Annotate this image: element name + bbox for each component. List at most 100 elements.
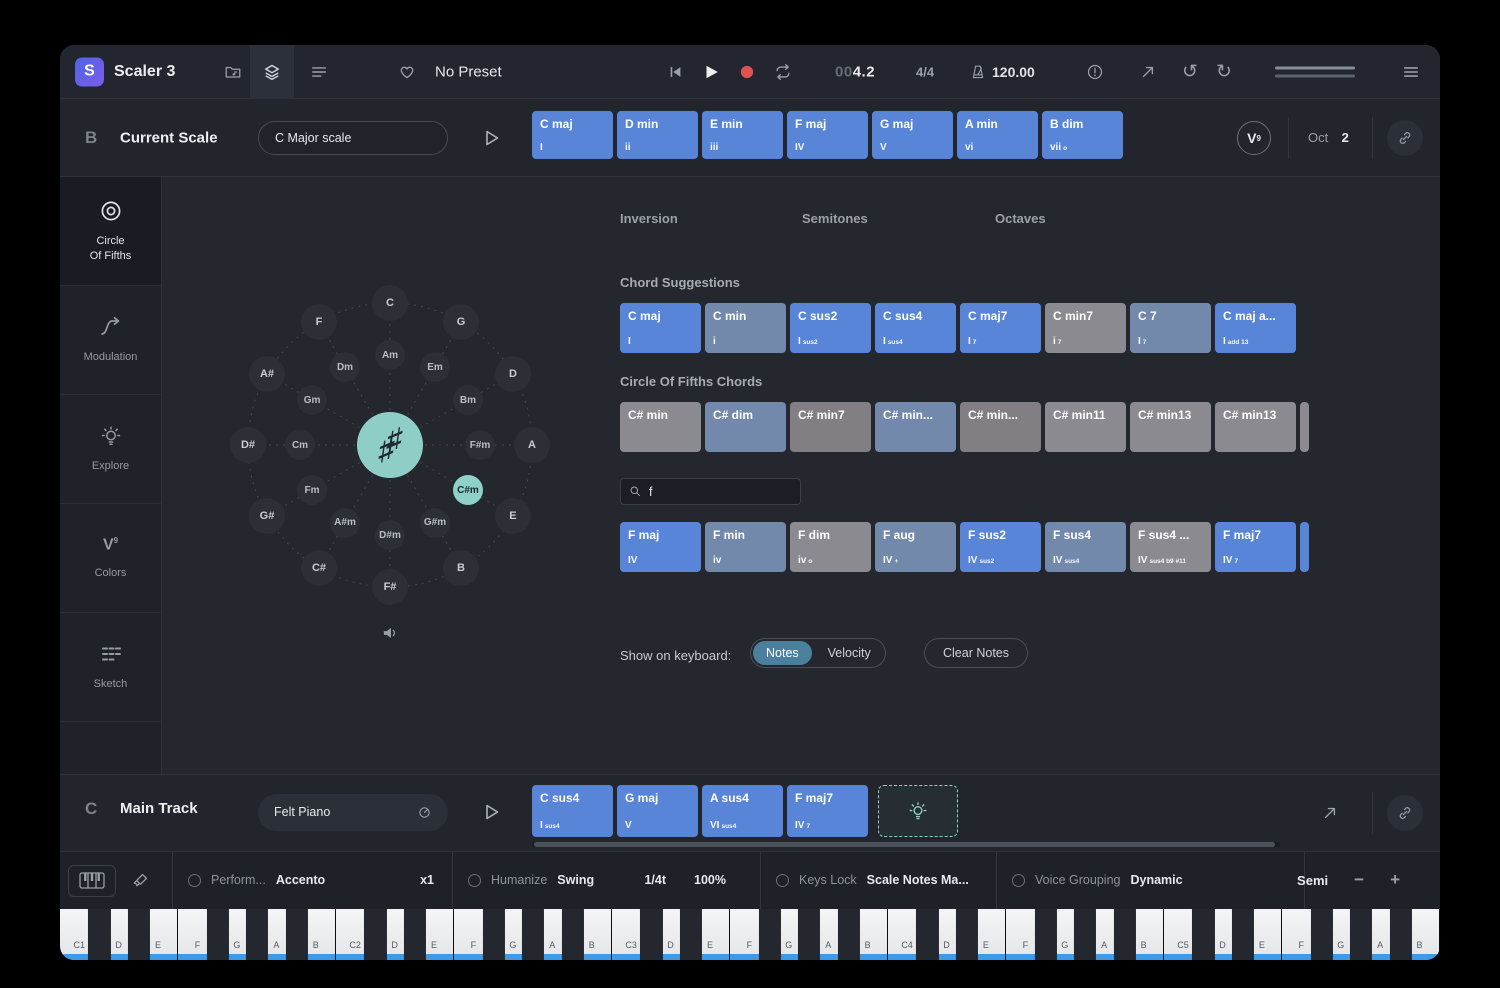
time-signature[interactable]: 4/4: [916, 64, 934, 79]
control-group-humanize[interactable]: HumanizeSwing1/4t100%: [468, 852, 726, 909]
chord-tile-c#-min13[interactable]: C# min13: [1130, 402, 1211, 452]
chord-tile-d-min[interactable]: D minii: [617, 111, 698, 159]
keyboard-button[interactable]: [68, 865, 116, 897]
chord-tile-c-min[interactable]: C mini: [705, 303, 786, 353]
chord-tile-g-maj[interactable]: G majV: [872, 111, 953, 159]
chord-tile-partial[interactable]: [1300, 522, 1309, 572]
playhead-position[interactable]: 004.2: [835, 63, 875, 80]
brush-icon[interactable]: [132, 872, 149, 889]
speaker-icon[interactable]: [381, 624, 400, 643]
chord-tile-c#-min11[interactable]: C# min11: [1045, 402, 1126, 452]
layers-icon[interactable]: [263, 63, 281, 81]
piano-black-key-G#3[interactable]: [798, 909, 820, 961]
circle-node-dsm[interactable]: D#m: [375, 520, 405, 550]
sidebar-item-circle-of-fifths[interactable]: CircleOf Fifths: [60, 177, 161, 286]
share-icon[interactable]: [1322, 805, 1338, 821]
circle-node-am[interactable]: Am: [375, 340, 405, 370]
chord-tile-f-aug[interactable]: F augIV+: [875, 522, 956, 572]
circle-node-cm[interactable]: Cm: [285, 430, 315, 460]
control-group-voice-grouping[interactable]: Voice GroupingDynamic: [1012, 852, 1280, 909]
chord-tile-c-maj-a-[interactable]: C maj a...Iadd 13: [1215, 303, 1296, 353]
piano-black-key-D#4[interactable]: [956, 909, 978, 961]
circle-node-d[interactable]: D: [495, 356, 531, 392]
chord-tile-c#-min-[interactable]: C# min...: [875, 402, 956, 452]
play-scale-icon[interactable]: [481, 128, 501, 148]
sidebar-item-sketch[interactable]: Sketch: [60, 613, 161, 722]
loop-icon[interactable]: [774, 63, 792, 81]
circle-node-a[interactable]: A: [514, 427, 550, 463]
toggle-circle-icon[interactable]: [188, 874, 201, 887]
volume-slider[interactable]: [1275, 66, 1355, 77]
control-extra[interactable]: 1/4t: [644, 873, 666, 887]
metronome-icon[interactable]: [970, 64, 986, 80]
circle-node-b[interactable]: B: [443, 550, 479, 586]
sidebar-item-modulation[interactable]: Modulation: [60, 286, 161, 395]
piano-black-key-A#2[interactable]: [562, 909, 584, 961]
piano-black-key-D#3[interactable]: [680, 909, 702, 961]
chord-tile-c-sus4[interactable]: C sus4Isus4: [875, 303, 956, 353]
circle-node-bm[interactable]: Bm: [453, 385, 483, 415]
chord-tile-c-sus4[interactable]: C sus4Isus4: [532, 785, 613, 837]
link-button[interactable]: [1387, 795, 1423, 831]
chord-tile-c#-min7[interactable]: C# min7: [790, 402, 871, 452]
play-track-icon[interactable]: [481, 802, 501, 822]
list-icon[interactable]: [310, 63, 328, 81]
link-button[interactable]: [1387, 120, 1423, 156]
chord-tile-f-maj7[interactable]: F maj7IV7: [1215, 522, 1296, 572]
piano-black-key-A#5[interactable]: [1390, 909, 1412, 961]
circle-node-em[interactable]: Em: [420, 352, 450, 382]
search-input[interactable]: [620, 478, 801, 505]
circle-node-f[interactable]: F: [301, 304, 337, 340]
chord-tile-f-dim[interactable]: F dimivo: [790, 522, 871, 572]
chord-tile-f-min[interactable]: F miniv: [705, 522, 786, 572]
piano-black-key-C#3[interactable]: [640, 909, 662, 961]
chord-tile-c#-min13[interactable]: C# min13: [1215, 402, 1296, 452]
chord-tile-f-maj7[interactable]: F maj7IV7: [787, 785, 868, 837]
voicing-button[interactable]: V9: [1237, 121, 1271, 155]
chord-tile-c-7[interactable]: C 7I7: [1130, 303, 1211, 353]
record-icon[interactable]: [738, 63, 756, 81]
toggle-circle-icon[interactable]: [776, 874, 789, 887]
chord-tile-f-maj[interactable]: F majIV: [787, 111, 868, 159]
chord-tile-a-min[interactable]: A minvi: [957, 111, 1038, 159]
circle-node-fs[interactable]: F#: [372, 569, 408, 605]
clear-notes-button[interactable]: Clear Notes: [924, 638, 1028, 668]
piano-black-key-F#3[interactable]: [759, 909, 781, 961]
piano-black-key-F#1[interactable]: [207, 909, 229, 961]
sidebar-item-explore[interactable]: Explore: [60, 395, 161, 504]
tempo-value[interactable]: 120.00: [992, 64, 1035, 80]
circle-node-fm[interactable]: Fm: [297, 475, 327, 505]
piano-black-key-G#2[interactable]: [522, 909, 544, 961]
chord-tile-f-sus2[interactable]: F sus2IVsus2: [960, 522, 1041, 572]
chord-tile-partial[interactable]: [1300, 402, 1309, 452]
circle-node-gm[interactable]: Gm: [297, 385, 327, 415]
preset-name[interactable]: No Preset: [435, 63, 502, 80]
control-group-perform-[interactable]: Perform...Accentox1: [188, 852, 434, 909]
sidebar-item-colors[interactable]: V9Colors: [60, 504, 161, 613]
favorite-heart-icon[interactable]: [398, 63, 416, 81]
circle-node-gs[interactable]: G#: [249, 498, 285, 534]
chord-tile-f-sus4[interactable]: F sus4IVsus4: [1045, 522, 1126, 572]
add-chord-suggestion-tile[interactable]: [878, 785, 958, 837]
piano-black-key-G#4[interactable]: [1074, 909, 1096, 961]
piano-black-key-C#1[interactable]: [88, 909, 110, 961]
control-extra[interactable]: x1: [420, 873, 434, 887]
piano-black-key-C#5[interactable]: [1192, 909, 1214, 961]
chord-tile-c-min7[interactable]: C min7i7: [1045, 303, 1126, 353]
tab-octaves[interactable]: Octaves: [995, 211, 1046, 226]
chord-tile-c-maj7[interactable]: C maj7I7: [960, 303, 1041, 353]
piano-black-key-F#5[interactable]: [1311, 909, 1333, 961]
toggle-notes[interactable]: Notes: [753, 641, 812, 665]
toggle-circle-icon[interactable]: [468, 874, 481, 887]
piano-black-key-A#4[interactable]: [1114, 909, 1136, 961]
scale-select[interactable]: C Major scale: [258, 121, 448, 155]
circle-center-key[interactable]: ♯♯: [357, 412, 423, 478]
play-icon[interactable]: [702, 63, 720, 81]
chord-tile-g-maj[interactable]: G majV: [617, 785, 698, 837]
piano-black-key-D#2[interactable]: [404, 909, 426, 961]
piano-black-key-D#5[interactable]: [1232, 909, 1254, 961]
control-group-keys-lock[interactable]: Keys LockScale Notes Ma...: [776, 852, 976, 909]
chord-tile-e-min[interactable]: E miniii: [702, 111, 783, 159]
skip-back-icon[interactable]: [668, 64, 683, 79]
redo-icon[interactable]: ↻: [1216, 62, 1232, 81]
